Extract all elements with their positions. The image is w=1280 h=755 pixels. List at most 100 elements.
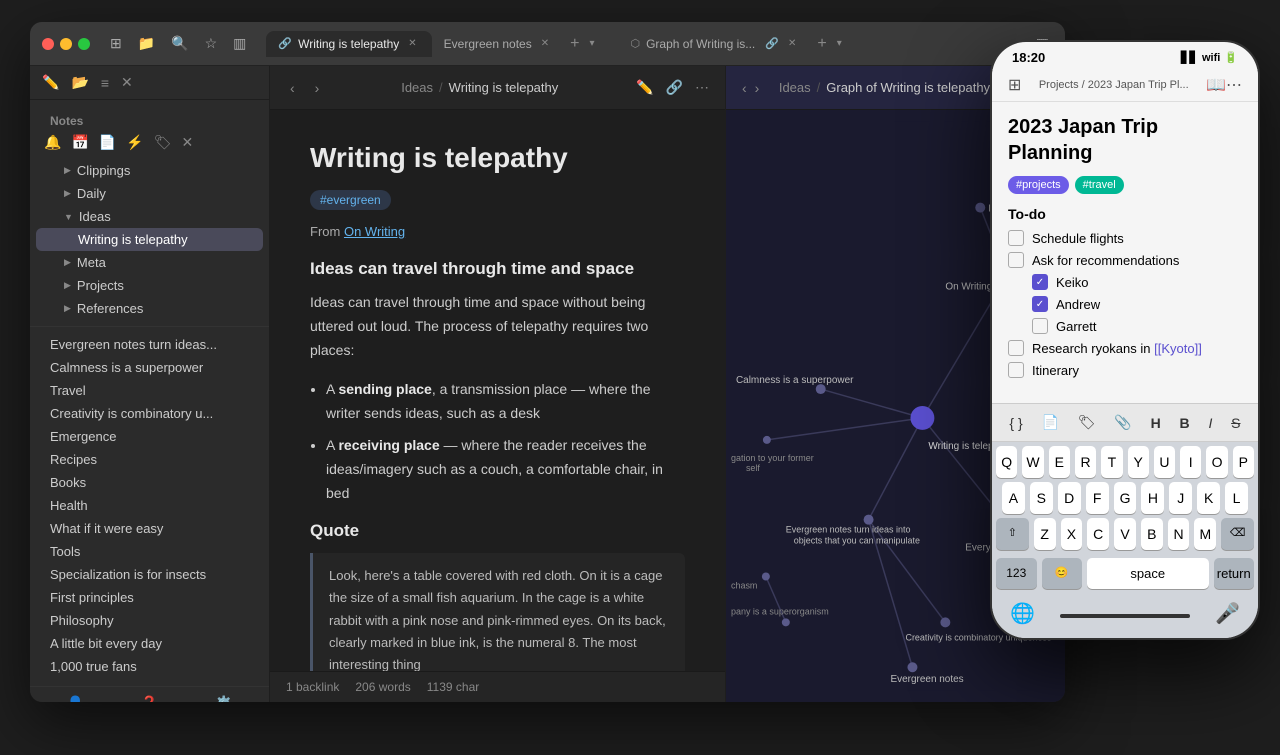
- key-i[interactable]: I: [1180, 446, 1201, 478]
- graph-forward-button[interactable]: ›: [755, 80, 760, 96]
- phone-book-icon[interactable]: 📖: [1206, 75, 1226, 95]
- tab-graph[interactable]: ⬡ Graph of Writing is... 🔗 ✕: [618, 31, 811, 57]
- sidebar-item-philosophy[interactable]: Philosophy: [36, 609, 263, 632]
- key-k[interactable]: K: [1197, 482, 1220, 514]
- graph-breadcrumb-parent[interactable]: Ideas: [779, 80, 811, 95]
- tab-close[interactable]: ✕: [538, 37, 552, 50]
- sidebar-item-health[interactable]: Health: [36, 494, 263, 517]
- sidebar-item-clippings[interactable]: ▶ Clippings: [36, 159, 263, 182]
- tab-writing-telepathy[interactable]: 🔗 Writing is telepathy ✕: [266, 31, 431, 57]
- tab-close-graph[interactable]: ✕: [785, 37, 799, 50]
- nav-icon-4[interactable]: ⚡: [126, 134, 143, 151]
- sidebar-toggle-icon[interactable]: ⊞: [106, 33, 126, 54]
- format-btn-strike[interactable]: S: [1223, 411, 1248, 435]
- nav-icon-1[interactable]: 🔔: [44, 134, 61, 151]
- sidebar-item-what-if[interactable]: What if it were easy: [36, 517, 263, 540]
- todo-checkbox-3[interactable]: [1032, 274, 1048, 290]
- nav-icon-6[interactable]: ✕: [182, 134, 194, 151]
- key-t[interactable]: T: [1101, 446, 1122, 478]
- tabs-chevron[interactable]: ▾: [585, 36, 598, 51]
- key-s[interactable]: S: [1030, 482, 1053, 514]
- close-sidebar-icon[interactable]: ✕: [121, 74, 133, 91]
- nav-icon-5[interactable]: 🏷: [154, 134, 172, 151]
- sidebar-item-references[interactable]: ▶ References: [36, 297, 263, 320]
- phone-tag-projects[interactable]: #projects: [1008, 176, 1069, 194]
- format-btn-attach[interactable]: 📎: [1106, 410, 1139, 435]
- key-shift[interactable]: ⇧: [996, 518, 1029, 550]
- sidebar-bottom-icon-1[interactable]: 👤: [66, 695, 83, 702]
- sidebar-item-emergence[interactable]: Emergence: [36, 425, 263, 448]
- key-u[interactable]: U: [1154, 446, 1175, 478]
- key-a[interactable]: A: [1002, 482, 1025, 514]
- sidebar-item-ideas[interactable]: ▼ Ideas: [36, 205, 263, 228]
- key-o[interactable]: O: [1206, 446, 1227, 478]
- todo-checkbox-1[interactable]: [1008, 230, 1024, 246]
- key-e[interactable]: E: [1049, 446, 1070, 478]
- sidebar-item-little-bit[interactable]: A little bit every day: [36, 632, 263, 655]
- sidebar-item-evergreen-notes[interactable]: Evergreen notes turn ideas...: [36, 333, 263, 356]
- format-btn-tag[interactable]: 🏷: [1070, 410, 1104, 435]
- note-tag[interactable]: #evergreen: [310, 190, 391, 210]
- todo-schedule-flights[interactable]: Schedule flights: [1008, 230, 1242, 246]
- sidebar-item-travel[interactable]: Travel: [36, 379, 263, 402]
- tab-evergreen-notes[interactable]: Evergreen notes ✕: [432, 31, 564, 57]
- bookmark-icon[interactable]: ☆: [201, 33, 222, 54]
- key-w[interactable]: W: [1022, 446, 1043, 478]
- sidebar-item-1000-fans[interactable]: 1,000 true fans: [36, 655, 263, 678]
- edit-icon[interactable]: ✏️: [636, 79, 653, 96]
- sidebar-item-projects[interactable]: ▶ Projects: [36, 274, 263, 297]
- todo-checkbox-2[interactable]: [1008, 252, 1024, 268]
- format-btn-doc[interactable]: 📄: [1033, 410, 1066, 435]
- key-return[interactable]: return: [1214, 558, 1255, 589]
- key-m[interactable]: M: [1194, 518, 1216, 550]
- sidebar-item-meta[interactable]: ▶ Meta: [36, 251, 263, 274]
- todo-checkbox-6[interactable]: [1008, 340, 1024, 356]
- sidebar-item-writing-telepathy[interactable]: Writing is telepathy: [36, 228, 263, 251]
- key-y[interactable]: Y: [1128, 446, 1149, 478]
- phone-sidebar-icon[interactable]: ⊞: [1008, 75, 1021, 95]
- key-l[interactable]: L: [1225, 482, 1248, 514]
- key-globe[interactable]: 🌐: [1000, 597, 1045, 630]
- format-btn-italic[interactable]: I: [1200, 411, 1220, 435]
- tabs-chevron2[interactable]: ▾: [833, 36, 846, 51]
- key-n[interactable]: N: [1168, 518, 1190, 550]
- todo-ask-recs[interactable]: Ask for recommendations: [1008, 252, 1242, 268]
- open-icon[interactable]: 📂: [71, 74, 88, 91]
- minimize-button[interactable]: [60, 38, 72, 50]
- graph-back-button[interactable]: ‹: [742, 80, 747, 96]
- phone-tag-travel[interactable]: #travel: [1075, 176, 1124, 194]
- panel-icon[interactable]: ▥: [229, 33, 250, 54]
- key-j[interactable]: J: [1169, 482, 1192, 514]
- key-h[interactable]: H: [1141, 482, 1164, 514]
- todo-checkbox-7[interactable]: [1008, 362, 1024, 378]
- sidebar-item-first-principles[interactable]: First principles: [36, 586, 263, 609]
- key-123[interactable]: 123: [996, 558, 1037, 589]
- key-p[interactable]: P: [1233, 446, 1254, 478]
- key-r[interactable]: R: [1075, 446, 1096, 478]
- key-d[interactable]: D: [1058, 482, 1081, 514]
- sidebar-item-creativity[interactable]: Creativity is combinatory u...: [36, 402, 263, 425]
- phone-more-icon[interactable]: ⋯: [1226, 75, 1242, 95]
- sidebar-bottom-icon-3[interactable]: ⚙️: [215, 695, 232, 702]
- tab-close[interactable]: ✕: [405, 37, 419, 50]
- key-emoji[interactable]: 😊: [1042, 558, 1083, 589]
- todo-garrett[interactable]: Garrett: [1008, 318, 1242, 334]
- key-mic[interactable]: 🎤: [1205, 597, 1250, 630]
- format-btn-header[interactable]: H: [1143, 411, 1169, 435]
- sidebar-item-calmness[interactable]: Calmness is a superpower: [36, 356, 263, 379]
- new-note-icon[interactable]: ✏️: [42, 74, 59, 91]
- close-button[interactable]: [42, 38, 54, 50]
- key-q[interactable]: Q: [996, 446, 1017, 478]
- todo-ryokans[interactable]: Research ryokans in [[Kyoto]]: [1008, 340, 1242, 356]
- key-backspace[interactable]: ⌫: [1221, 518, 1254, 550]
- more-icon[interactable]: ⋯: [695, 79, 709, 96]
- sort-icon[interactable]: ≡: [101, 75, 109, 91]
- backlink-count[interactable]: 1 backlink: [286, 680, 339, 694]
- todo-link-kyoto[interactable]: [[Kyoto]]: [1154, 341, 1202, 356]
- forward-button[interactable]: ›: [311, 78, 324, 98]
- phone-content[interactable]: 2023 Japan Trip Planning #projects #trav…: [992, 102, 1258, 403]
- sidebar-item-recipes[interactable]: Recipes: [36, 448, 263, 471]
- note-from-link[interactable]: On Writing: [344, 224, 405, 239]
- files-icon[interactable]: 📁: [134, 33, 159, 54]
- sidebar-item-specialization[interactable]: Specialization is for insects: [36, 563, 263, 586]
